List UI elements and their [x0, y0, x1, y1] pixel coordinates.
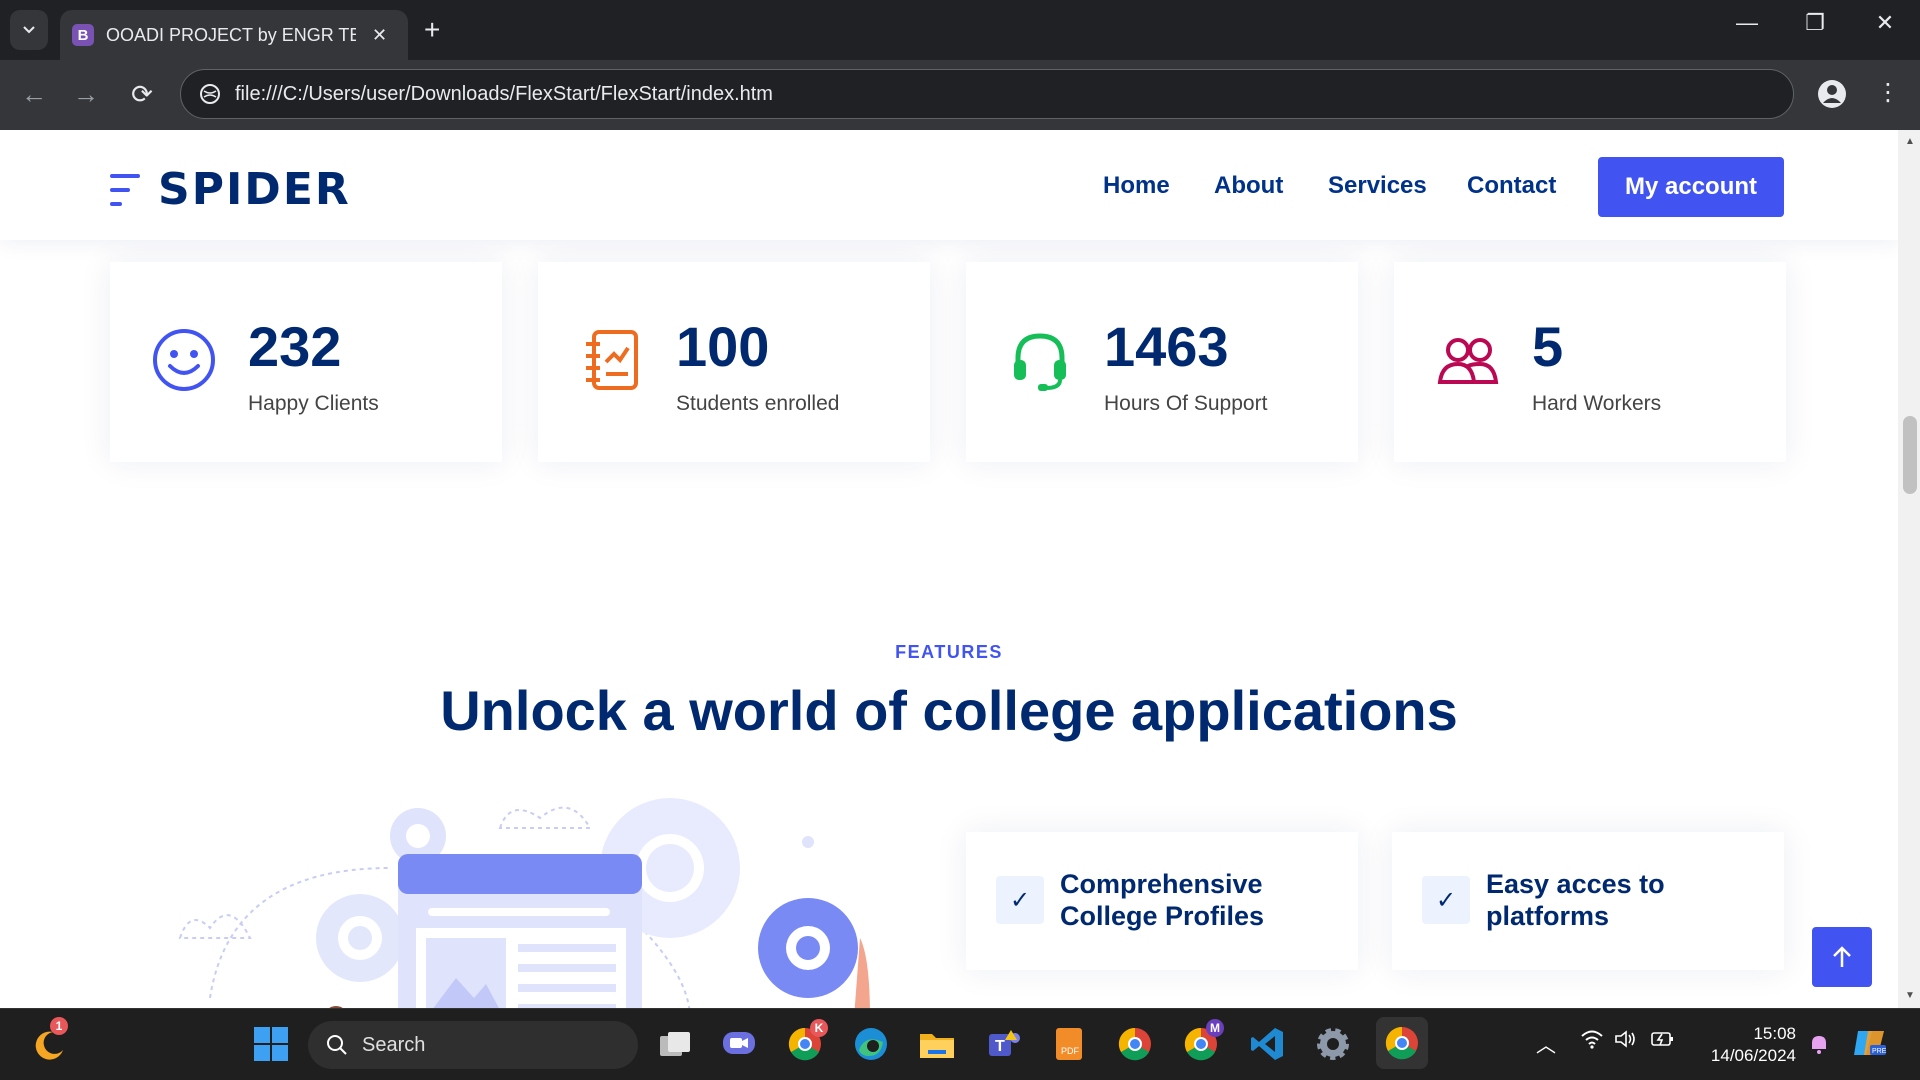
pdf-editor-icon[interactable]: PDF	[1048, 1023, 1090, 1065]
restore-window-button[interactable]: ❐	[1790, 10, 1840, 36]
feature-item: ✓ Comprehensive College Profiles	[966, 832, 1358, 970]
wifi-icon[interactable]	[1580, 1029, 1604, 1055]
count-label: Hours Of Support	[1104, 392, 1268, 415]
people-icon	[1437, 338, 1499, 384]
site-header: SPIDER Home About Services Contact My ac…	[0, 130, 1898, 240]
back-arrow-icon[interactable]: ←	[16, 76, 52, 112]
scroll-thumb[interactable]	[1903, 416, 1917, 494]
back-to-top-button[interactable]	[1812, 927, 1872, 987]
scroll-down-arrow-icon[interactable]: ▼	[1905, 990, 1915, 1001]
feature-item: ✓ Easy acces to platforms	[1392, 832, 1784, 970]
profile-avatar-icon[interactable]	[1816, 78, 1848, 110]
count-label: Happy Clients	[248, 392, 379, 415]
page-viewport: SPIDER Home About Services Contact My ac…	[0, 130, 1898, 1008]
features-illustration	[178, 798, 870, 1008]
nav-contact[interactable]: Contact	[1467, 172, 1556, 200]
settings-gear-icon[interactable]	[1312, 1023, 1354, 1065]
profile-badge: K	[810, 1019, 828, 1037]
count-card: 5 Hard Workers	[1394, 262, 1786, 462]
browser-tab[interactable]: B OOADI PROJECT by ENGR TEKO ✕	[60, 10, 408, 60]
chevron-down-icon	[23, 26, 35, 34]
feature-title: Comprehensive College Profiles	[1060, 869, 1265, 931]
logo-text: SPIDER	[158, 164, 351, 215]
task-view-icon[interactable]	[654, 1023, 696, 1065]
close-tab-icon[interactable]: ✕	[372, 25, 387, 46]
chrome-profile-k-icon[interactable]: K	[784, 1019, 828, 1065]
count-number: 100	[676, 315, 770, 378]
svg-text:PRE: PRE	[1872, 1048, 1887, 1055]
count-card: 232 Happy Clients	[110, 262, 502, 462]
count-label: Students enrolled	[676, 392, 840, 415]
nav-home[interactable]: Home	[1103, 172, 1170, 200]
reload-icon[interactable]: ⟳	[124, 76, 160, 112]
meet-video-icon[interactable]	[718, 1023, 760, 1065]
url-text: file:///C:/Users/user/Downloads/FlexStar…	[235, 82, 773, 105]
tab-search-button[interactable]	[10, 10, 48, 50]
address-bar[interactable]: file:///C:/Users/user/Downloads/FlexStar…	[180, 69, 1794, 119]
chrome-profile-m-icon[interactable]: M	[1180, 1019, 1224, 1065]
taskbar-search[interactable]: Search	[308, 1021, 638, 1069]
check-icon: ✓	[1422, 876, 1470, 924]
show-hidden-icons-chevron-icon[interactable]: ︿	[1536, 1029, 1556, 1058]
nav-about[interactable]: About	[1214, 172, 1283, 200]
browser-menu-icon[interactable]: ⋮	[1876, 78, 1900, 107]
chrome-profile-icon[interactable]	[1114, 1023, 1156, 1065]
notification-badge: 1	[50, 1017, 68, 1035]
site-info-icon[interactable]	[199, 83, 221, 105]
forward-arrow-icon[interactable]: →	[68, 76, 104, 112]
site-logo[interactable]: SPIDER	[110, 164, 351, 215]
browser-tab-bar: B OOADI PROJECT by ENGR TEKO ✕ + — ❐ ✕	[0, 0, 1920, 60]
search-icon	[327, 1035, 347, 1055]
search-placeholder: Search	[362, 1033, 426, 1056]
weather-widget-icon[interactable]: 1	[28, 1017, 70, 1065]
features-title: Unlock a world of college applications	[440, 679, 1458, 742]
count-card: 100 Students enrolled	[538, 262, 930, 462]
new-tab-button[interactable]: +	[424, 14, 440, 46]
clock-date: 14/06/2024	[1710, 1046, 1796, 1065]
svg-text:PDF: PDF	[1061, 1046, 1080, 1056]
profile-badge: M	[1206, 1019, 1224, 1037]
volume-icon[interactable]	[1614, 1029, 1638, 1055]
windows-taskbar: 1 Search K T PDF M ︿ 15:08 14/06/2024 PR…	[0, 1008, 1920, 1080]
features-tag: FEATURES	[895, 642, 1003, 662]
scroll-up-arrow-icon[interactable]: ▲	[1905, 136, 1915, 147]
battery-charging-icon[interactable]	[1650, 1029, 1676, 1055]
file-explorer-icon[interactable]	[916, 1023, 958, 1065]
my-account-button[interactable]: My account	[1598, 157, 1784, 217]
nav-services[interactable]: Services	[1328, 172, 1427, 200]
minimize-window-button[interactable]: —	[1722, 10, 1772, 36]
bootstrap-favicon-icon: B	[72, 24, 94, 46]
teams-icon[interactable]: T	[982, 1023, 1024, 1065]
headset-icon	[1014, 333, 1066, 391]
arrow-up-icon	[1833, 946, 1851, 967]
clock-time: 15:08	[1753, 1024, 1796, 1043]
count-label: Hard Workers	[1532, 392, 1662, 415]
copilot-icon[interactable]: PRE	[1852, 1027, 1888, 1065]
feature-title: Easy acces to platforms	[1486, 869, 1665, 931]
svg-text:T: T	[995, 1038, 1005, 1055]
check-icon: ✓	[996, 876, 1044, 924]
notification-bell-icon[interactable]	[1808, 1033, 1830, 1061]
chrome-active-icon[interactable]	[1376, 1017, 1428, 1069]
vscode-icon[interactable]	[1246, 1023, 1288, 1065]
tab-title: OOADI PROJECT by ENGR TEKO	[106, 24, 356, 45]
logo-mark-icon	[110, 170, 144, 210]
smiley-icon	[153, 329, 215, 391]
count-number: 232	[248, 315, 342, 378]
count-card: 1463 Hours Of Support	[966, 262, 1358, 462]
windows-logo-icon	[254, 1027, 288, 1061]
system-clock[interactable]: 15:08 14/06/2024	[1696, 1023, 1796, 1067]
browser-toolbar: ← → ⟳ file:///C:/Users/user/Downloads/Fl…	[0, 60, 1920, 130]
close-window-button[interactable]: ✕	[1860, 10, 1910, 36]
count-number: 5	[1532, 315, 1564, 378]
start-button[interactable]	[250, 1023, 292, 1065]
edge-icon[interactable]	[850, 1023, 892, 1065]
journal-icon	[586, 330, 638, 390]
page-scrollbar[interactable]: ▲ ▼	[1898, 130, 1920, 1008]
count-number: 1463	[1104, 315, 1229, 378]
